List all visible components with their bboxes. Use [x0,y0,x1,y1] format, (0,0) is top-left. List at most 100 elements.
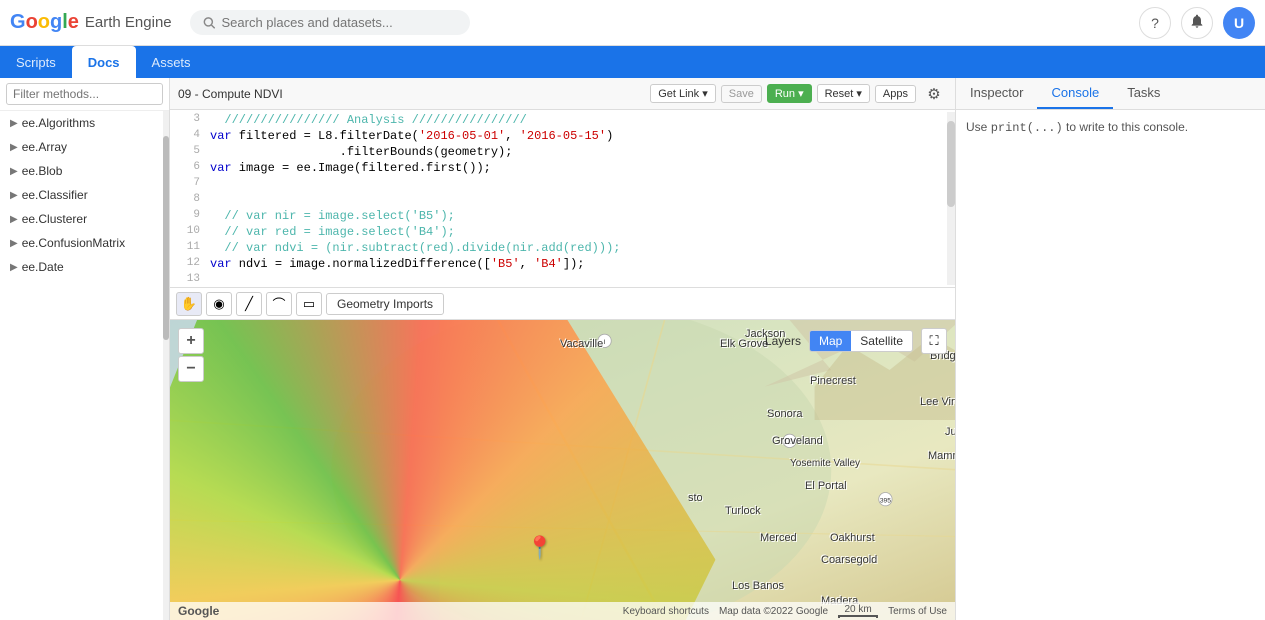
label-sto: sto [688,492,703,504]
sidebar-item-confusionmatrix[interactable]: ▶ ee.ConfusionMatrix [0,231,169,255]
map-data-copy: Map data ©2022 Google [719,606,828,617]
point-tool-button[interactable]: ◉ [206,292,232,316]
sidebar: ▶ ee.Algorithms ▶ ee.Array ▶ ee.Blob ▶ e… [0,78,170,620]
code-lines: 3 //////////////// Analysis ////////////… [170,112,947,285]
map-type-controls: Layers Map Satellite ⛶ [765,328,947,354]
zoom-in-button[interactable]: + [178,328,204,354]
sidebar-item-date[interactable]: ▶ ee.Date [0,255,169,279]
google-wordmark: Google [10,11,79,34]
get-link-button[interactable]: Get Link ▾ [650,84,716,103]
svg-text:I: I [604,339,606,346]
code-editor-content[interactable]: 3 //////////////// Analysis ////////////… [170,110,955,287]
right-panel-tabs: Inspector Console Tasks [956,78,1265,110]
fullscreen-button[interactable]: ⛶ [921,328,947,354]
sidebar-vscrollbar-track [163,111,169,620]
sidebar-item-algorithms[interactable]: ▶ ee.Algorithms [0,111,169,135]
layers-label: Layers [765,334,801,348]
map-type-map-button[interactable]: Map [810,331,851,351]
map-terrain-svg: I 395 120 [170,320,955,620]
settings-gear-button[interactable]: ⚙ [921,81,947,107]
tab-scripts[interactable]: Scripts [0,46,72,78]
label-oakhurst: Oakhurst [830,532,875,544]
sidebar-item-array[interactable]: ▶ ee.Array [0,135,169,159]
main-tab-bar: Scripts Docs Assets [0,46,1265,78]
editor-title: 09 - Compute NDVI [178,87,645,101]
help-button[interactable]: ? [1139,7,1171,39]
code-line: 3 //////////////// Analysis ////////////… [170,112,947,128]
code-line: 6var image = ee.Image(filtered.first()); [170,160,947,176]
zoom-out-button[interactable]: − [178,356,204,382]
bell-icon [1189,13,1205,29]
label-groveland: Groveland [772,435,823,447]
sidebar-item-classifier[interactable]: ▶ ee.Classifier [0,183,169,207]
code-line: 10 // var red = image.select('B4'); [170,224,947,240]
label-mammothlakes: Mammoth Lakes [928,450,955,462]
map-type-satellite-button[interactable]: Satellite [851,331,912,351]
apps-button[interactable]: Apps [875,85,916,103]
polyline-tool-button[interactable]: ⌒ [266,292,292,316]
sidebar-item-blob[interactable]: ▶ ee.Blob [0,159,169,183]
keyboard-shortcuts-link[interactable]: Keyboard shortcuts [623,606,709,617]
filter-methods-input[interactable] [6,83,163,105]
user-avatar[interactable]: U [1223,7,1255,39]
code-line: 9 // var nir = image.select('B5'); [170,208,947,224]
header-actions: ? U [1139,7,1255,39]
body-area: ▶ ee.Algorithms ▶ ee.Array ▶ ee.Blob ▶ e… [0,78,1265,620]
header: Google Earth Engine ? U [0,0,1265,46]
label-yosemite: Yosemite Valley [790,458,860,469]
search-input[interactable] [221,15,457,30]
tab-docs[interactable]: Docs [72,46,136,78]
terms-link[interactable]: Terms of Use [888,606,947,617]
code-line: 8 [170,192,947,208]
sidebar-vscrollbar-thumb [163,136,169,340]
run-button[interactable]: Run ▾ [767,84,812,103]
search-icon [202,15,216,30]
editor-toolbar: 09 - Compute NDVI Get Link ▾ Save Run ▾ … [170,78,955,110]
console-hint-text: Use print(...) to write to this console. [966,120,1188,134]
label-vacaville: Vacaville [560,338,603,350]
svg-text:395: 395 [880,498,891,505]
code-line: 11 // var ndvi = (nir.subtract(red).divi… [170,240,947,256]
tab-tasks[interactable]: Tasks [1113,78,1174,109]
label-losbanos: Los Banos [732,580,784,592]
logo: Google Earth Engine [10,11,172,34]
save-button[interactable]: Save [721,85,762,103]
map-attribution: Keyboard shortcuts Map data ©2022 Google… [623,604,947,618]
google-branding: Google [178,604,219,618]
notifications-button[interactable] [1181,7,1213,39]
map-bottom-bar: Google Keyboard shortcuts Map data ©2022… [170,602,955,620]
code-editor-panel: 09 - Compute NDVI Get Link ▾ Save Run ▾ … [170,78,955,288]
label-pinecrest: Pinecrest [810,375,856,387]
scale-indicator: 20 km [838,604,878,618]
center-column: 09 - Compute NDVI Get Link ▾ Save Run ▾ … [170,78,955,620]
sidebar-item-clusterer[interactable]: ▶ ee.Clusterer [0,207,169,231]
label-junelake: June Lake [945,426,955,438]
map-section: ✋ ◉ ╱ ⌒ ▭ Geometry Imports [170,288,955,620]
map-canvas[interactable]: I 395 120 📍 Vacaville Elk Grove Jackson [170,320,955,620]
console-content: Use print(...) to write to this console. [956,110,1265,620]
label-sonora: Sonora [767,408,802,420]
earth-engine-label: Earth Engine [85,14,172,31]
tab-inspector[interactable]: Inspector [956,78,1037,109]
polygon-tool-button[interactable]: ▭ [296,292,322,316]
geometry-imports-button[interactable]: Geometry Imports [326,293,444,315]
zoom-controls: + − [178,328,204,382]
geometry-toolbar: ✋ ◉ ╱ ⌒ ▭ Geometry Imports [170,288,955,320]
code-line: 5 .filterBounds(geometry); [170,144,947,160]
code-line: 4var filtered = L8.filterDate('2016-05-0… [170,128,947,144]
reset-button[interactable]: Reset ▾ [817,84,870,103]
editor-vscrollbar[interactable] [947,112,955,285]
sidebar-list-container: ▶ ee.Algorithms ▶ ee.Array ▶ ee.Blob ▶ e… [0,111,169,620]
label-turlock: Turlock [725,505,761,517]
right-panel: Inspector Console Tasks Use print(...) t… [955,78,1265,620]
hand-tool-button[interactable]: ✋ [176,292,202,316]
label-coarsegold: Coarsegold [821,554,877,566]
label-leevining: Lee Vining [920,396,955,408]
line-tool-button[interactable]: ╱ [236,292,262,316]
label-merced: Merced [760,532,797,544]
tab-assets[interactable]: Assets [136,46,207,78]
label-elportal: El Portal [805,480,847,492]
search-bar [190,10,470,35]
code-line: 12var ndvi = image.normalizedDifference(… [170,256,947,272]
tab-console[interactable]: Console [1037,78,1113,109]
